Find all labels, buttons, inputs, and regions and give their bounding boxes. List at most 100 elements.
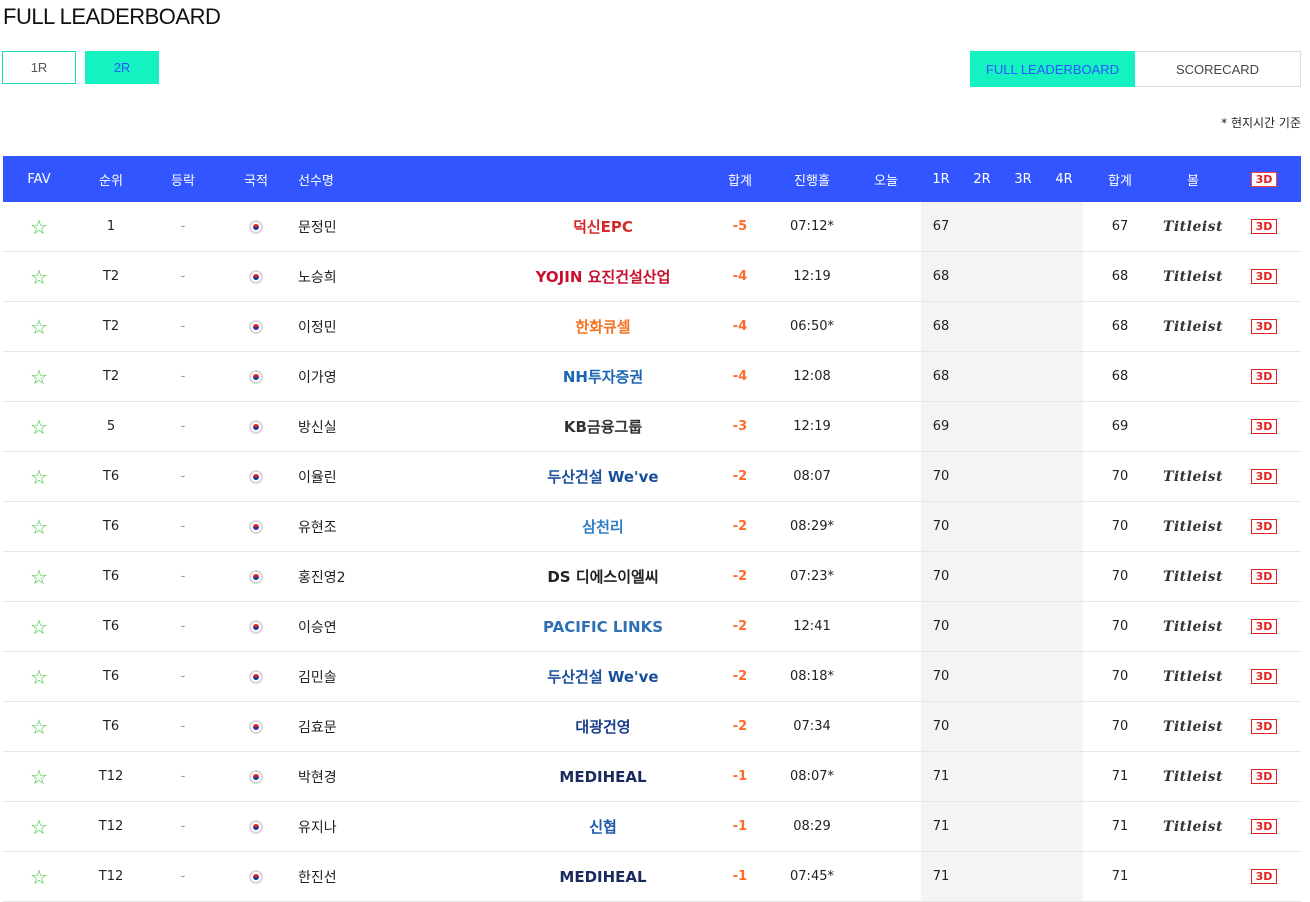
favorite-star-icon[interactable]: ☆	[30, 615, 48, 639]
player-name[interactable]: 노승희	[298, 252, 498, 301]
rank-cell: T2	[102, 269, 120, 284]
sponsor-cell: NH투자증권	[503, 352, 703, 401]
view-3d-button[interactable]: 3D	[1250, 669, 1278, 684]
player-name[interactable]: 이정민	[298, 302, 498, 351]
table-row: ☆ T2 - 이정민 한화큐셀 -4 06:50* 68 68 Titleist…	[3, 302, 1301, 352]
favorite-star-icon[interactable]: ☆	[30, 565, 48, 589]
player-name[interactable]: 방신실	[298, 402, 498, 451]
rank-cell: 5	[106, 419, 116, 434]
fav-cell: ☆	[15, 352, 63, 401]
view-3d-button[interactable]: 3D	[1250, 519, 1278, 534]
view-tabs: FULL LEADERBOARD SCORECARD	[970, 51, 1301, 87]
player-name[interactable]: 유지나	[298, 802, 498, 851]
player-name[interactable]: 박현경	[298, 752, 498, 801]
player-name[interactable]: 유현조	[298, 502, 498, 551]
view-3d-button[interactable]: 3D	[1250, 619, 1278, 634]
player-name[interactable]: 김민솔	[298, 652, 498, 701]
total-score: -2	[732, 569, 748, 584]
country-cell	[231, 802, 281, 851]
player-name[interactable]: 이율린	[298, 452, 498, 501]
favorite-star-icon[interactable]: ☆	[30, 365, 48, 389]
country-cell	[231, 702, 281, 751]
view-3d-button[interactable]: 3D	[1250, 769, 1278, 784]
strokes-cell: 68	[1111, 319, 1129, 334]
player-name[interactable]: 문정민	[298, 202, 498, 251]
ball-brand-logo: Titleist	[1162, 518, 1224, 535]
korea-flag-icon	[249, 319, 263, 334]
rank-cell: T2	[102, 319, 120, 334]
favorite-star-icon[interactable]: ☆	[30, 415, 48, 439]
player-name[interactable]: 김효문	[298, 702, 498, 751]
rank-cell: T6	[102, 619, 120, 634]
favorite-star-icon[interactable]: ☆	[30, 265, 48, 289]
fav-cell: ☆	[15, 552, 63, 601]
r1-score: 70	[932, 469, 950, 484]
thru-cell: 08:29	[793, 819, 831, 834]
korea-flag-icon	[249, 369, 263, 384]
player-name[interactable]: 한진선	[298, 852, 498, 901]
favorite-star-icon[interactable]: ☆	[30, 665, 48, 689]
country-cell	[231, 452, 281, 501]
favorite-star-icon[interactable]: ☆	[30, 465, 48, 489]
sponsor-cell: DS 디에스이엘씨	[503, 552, 703, 601]
table-row: ☆ T6 - 홍진영2 DS 디에스이엘씨 -2 07:23* 70 70 Ti…	[3, 552, 1301, 602]
table-row: ☆ T12 - 유지나 신협 -1 08:29 71 71 Titleist 3…	[3, 802, 1301, 852]
round-2-button[interactable]: 2R	[85, 51, 159, 84]
ball-cell: Titleist	[1155, 252, 1231, 301]
sponsor-cell: KB금융그룹	[503, 402, 703, 451]
favorite-star-icon[interactable]: ☆	[30, 765, 48, 789]
tab-full-leaderboard[interactable]: FULL LEADERBOARD	[970, 51, 1135, 87]
view-3d-button[interactable]: 3D	[1250, 869, 1278, 884]
sponsor-logo: DS 디에스이엘씨	[547, 568, 659, 586]
change-cell: -	[180, 869, 186, 884]
ball-brand-logo: Titleist	[1162, 818, 1224, 835]
view-3d-button[interactable]: 3D	[1250, 469, 1278, 484]
strokes-cell: 70	[1111, 519, 1129, 534]
r1-score: 70	[932, 669, 950, 684]
r1-score: 70	[932, 619, 950, 634]
player-name[interactable]: 이승연	[298, 602, 498, 651]
round-1-button[interactable]: 1R	[2, 51, 76, 84]
korea-flag-icon	[249, 519, 263, 534]
view-3d-button[interactable]: 3D	[1250, 419, 1278, 434]
change-cell: -	[180, 569, 186, 584]
ball-brand-logo: Titleist	[1162, 318, 1224, 335]
view-3d-cell: 3D	[1239, 702, 1289, 751]
rank-cell: T6	[102, 469, 120, 484]
view-3d-cell: 3D	[1239, 452, 1289, 501]
change-cell: -	[180, 369, 186, 384]
sponsor-logo: MEDIHEAL	[559, 867, 647, 886]
sponsor-cell: 삼천리	[503, 502, 703, 551]
view-3d-button[interactable]: 3D	[1250, 569, 1278, 584]
favorite-star-icon[interactable]: ☆	[30, 315, 48, 339]
rank-cell: 1	[106, 219, 116, 234]
strokes-cell: 71	[1111, 869, 1129, 884]
sponsor-logo: 신협	[589, 818, 617, 836]
thru-cell: 06:50*	[790, 319, 834, 334]
ball-brand-logo: Titleist	[1162, 668, 1224, 685]
favorite-star-icon[interactable]: ☆	[30, 215, 48, 239]
favorite-star-icon[interactable]: ☆	[30, 515, 48, 539]
view-3d-button[interactable]: 3D	[1250, 819, 1278, 834]
sponsor-cell: PACIFIC LINKS	[503, 602, 703, 651]
favorite-star-icon[interactable]: ☆	[30, 815, 48, 839]
tab-scorecard[interactable]: SCORECARD	[1135, 51, 1301, 87]
player-name[interactable]: 이가영	[298, 352, 498, 401]
fav-cell: ☆	[15, 502, 63, 551]
r1-score: 71	[932, 769, 950, 784]
view-3d-button[interactable]: 3D	[1250, 719, 1278, 734]
view-3d-button[interactable]: 3D	[1250, 269, 1278, 284]
player-name[interactable]: 홍진영2	[298, 552, 498, 601]
view-3d-button[interactable]: 3D	[1250, 369, 1278, 384]
header-ball: 볼	[1187, 173, 1199, 189]
thru-cell: 08:18*	[790, 669, 834, 684]
header-r2: 2R	[973, 171, 991, 187]
view-3d-button[interactable]: 3D	[1250, 319, 1278, 334]
view-3d-cell: 3D	[1239, 752, 1289, 801]
view-3d-button[interactable]: 3D	[1250, 219, 1278, 234]
table-row: ☆ T2 - 노승희 YOJIN 요진건설산업 -4 12:19 68 68 T…	[3, 252, 1301, 302]
sponsor-cell: 두산건설 We've	[503, 652, 703, 701]
favorite-star-icon[interactable]: ☆	[30, 715, 48, 739]
ball-cell: Titleist	[1155, 202, 1231, 251]
favorite-star-icon[interactable]: ☆	[30, 865, 48, 889]
